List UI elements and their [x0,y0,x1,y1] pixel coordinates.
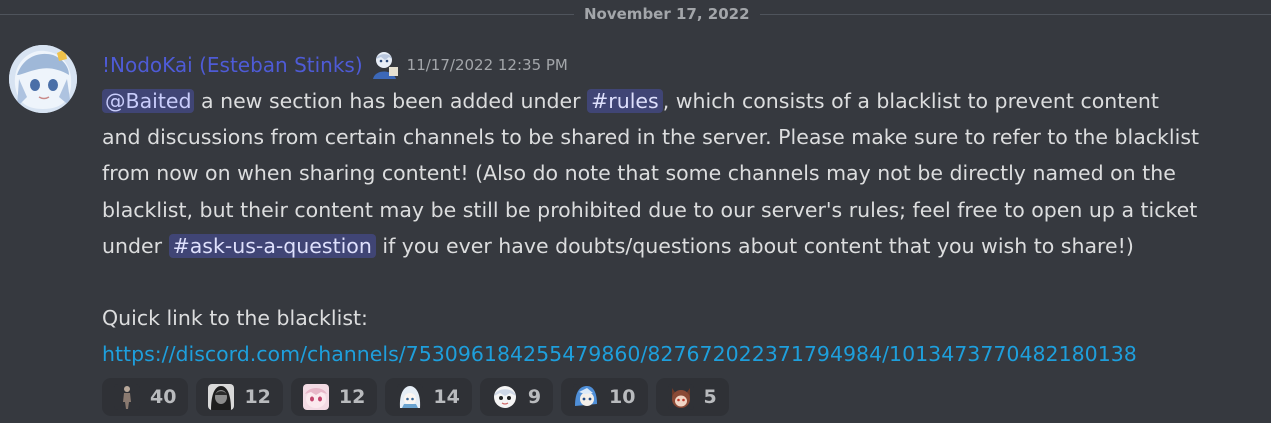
message-text: , which consists of a blacklist to preve… [662,89,1159,113]
message-header: !NodoKai (Esteban Stinks) 11/17/2022 12:… [102,48,568,82]
message-text: a new section has been added under [194,89,588,113]
reaction-animal-ears[interactable]: 5 [655,378,729,416]
reaction-count: 12 [244,386,271,408]
message-line-5: under #ask-us-a-question if you ever hav… [102,228,1267,264]
message-line-2: and discussions from certain channels to… [102,125,1200,150]
blue-hair-emoji [573,384,600,410]
reaction-blue-hair[interactable]: 10 [561,378,648,416]
user-avatar[interactable] [9,45,77,113]
date-divider-label: November 17, 2022 [574,3,760,25]
message-line-3: from now on when sharing content! (Also … [102,161,1176,186]
reaction-dark-portrait[interactable]: 12 [196,378,283,416]
user-mention[interactable]: @Baited [102,89,195,113]
channel-mention-ask[interactable]: #ask-us-a-question [168,233,376,258]
reaction-count: 12 [338,386,366,408]
message-timestamp[interactable]: 11/17/2022 12:35 PM [407,48,568,82]
figure-emoji [114,384,140,410]
message-line-7: Quick link to the blacklist: [102,306,368,331]
reaction-figure[interactable]: 40 [102,378,189,416]
reaction-chibi-face[interactable]: 9 [479,378,554,416]
reaction-white-hair[interactable]: 14 [385,378,472,416]
reaction-pink-face[interactable]: 12 [290,378,378,416]
author-username[interactable]: !NodoKai (Esteban Stinks) [102,48,363,82]
message-text: under [102,233,169,258]
message-line-4: blacklist, but their content may be stil… [102,197,1198,222]
dark-portrait-emoji [208,384,235,410]
blacklist-link[interactable]: https://discord.com/channels/75309618425… [102,342,1137,366]
message-text: if you ever have doubts/questions about … [375,233,1134,258]
message-content: @Baited a new section has been added und… [102,83,1267,373]
reaction-count: 40 [150,386,177,408]
reaction-count: 14 [433,386,460,408]
white-hair-emoji [397,384,424,410]
reaction-count: 5 [703,386,717,408]
message-line-8: https://discord.com/channels/75309618425… [102,336,1267,372]
message-line-1: @Baited a new section has been added und… [102,83,1267,119]
animal-ears-emoji [667,384,694,410]
chibi-face-emoji [491,384,518,410]
channel-mention-rules[interactable]: #rules [587,89,663,113]
reaction-bar: 40 12 12 14 9 10 5 [102,378,729,416]
reaction-count: 9 [527,386,542,408]
pink-face-emoji [302,384,329,410]
role-icon [368,49,401,81]
reaction-count: 10 [609,386,636,408]
